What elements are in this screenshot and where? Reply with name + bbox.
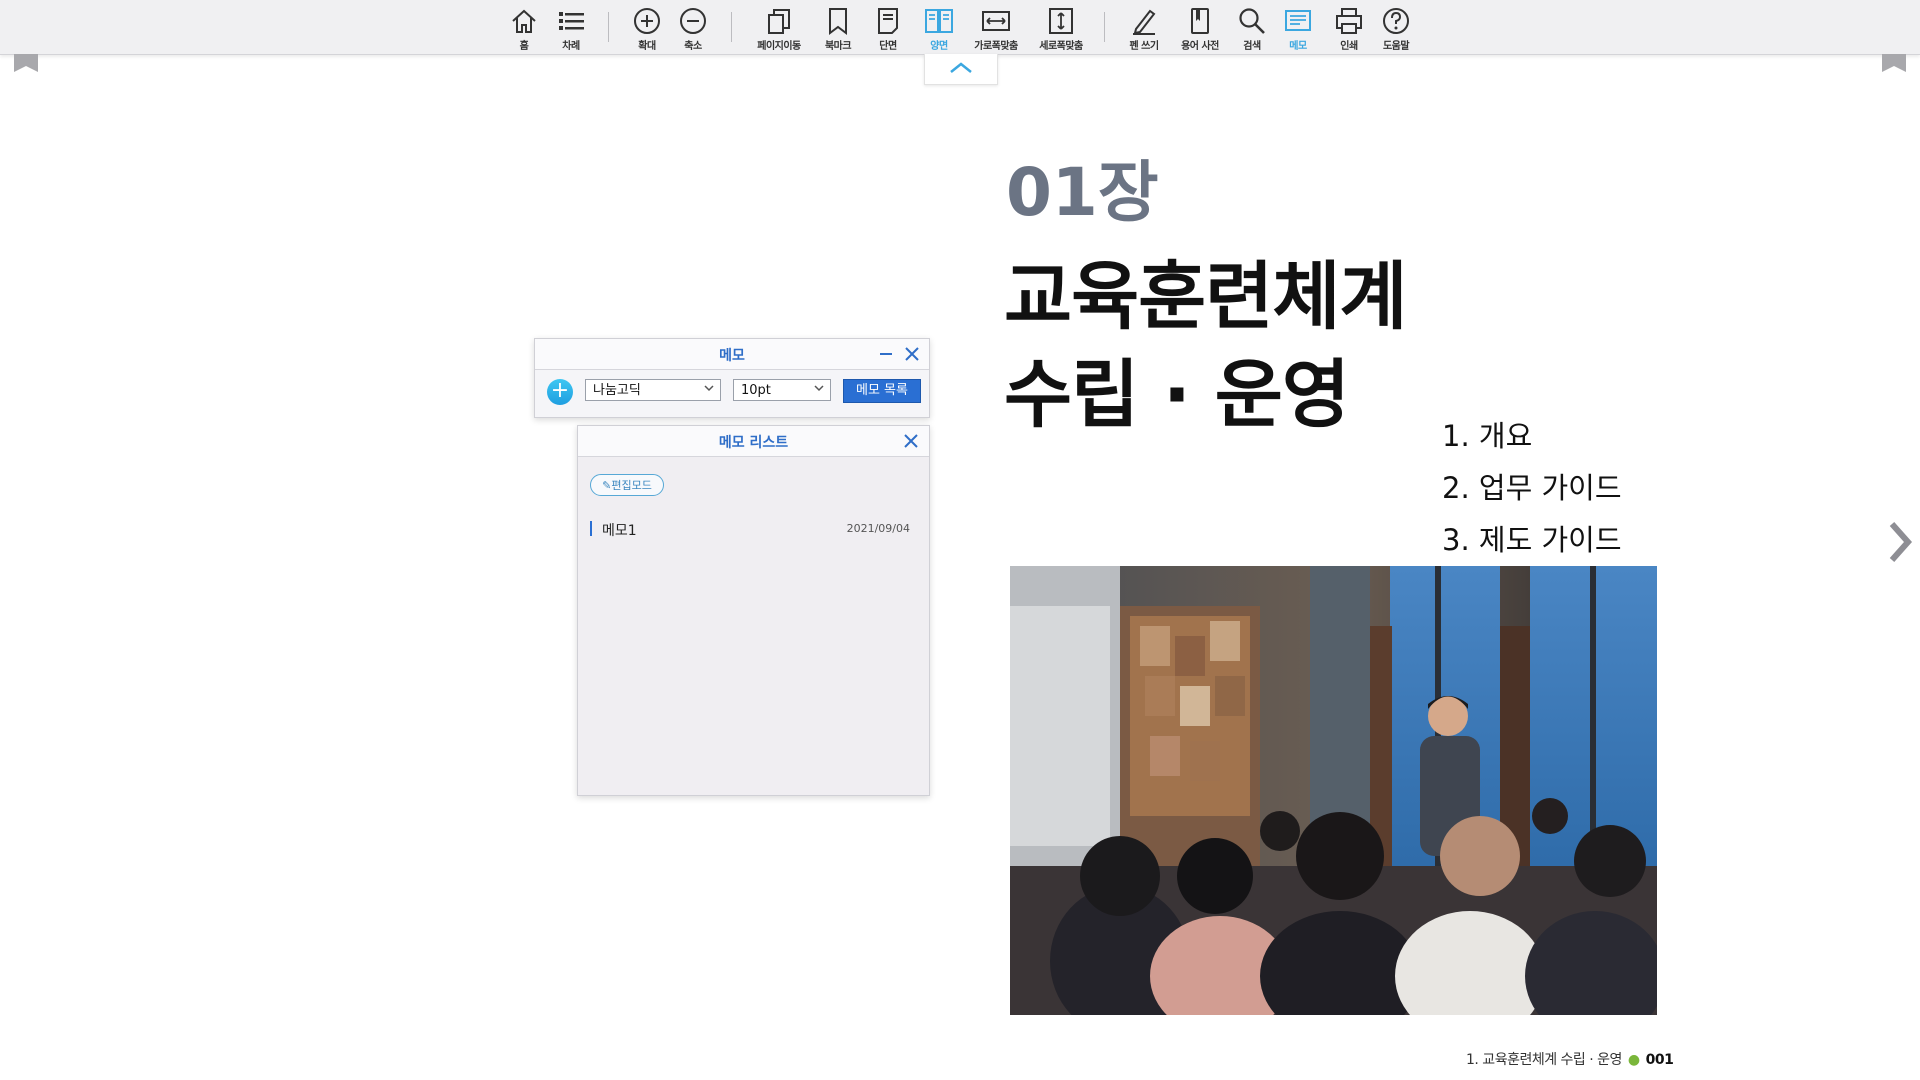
chevron-down-icon [704, 385, 714, 392]
font-select-value: 나눔고딕 [593, 383, 641, 398]
edit-mode-button[interactable]: ✎편집모드 [590, 474, 664, 496]
chapter-number: 01장 [1006, 154, 1159, 231]
toc-button[interactable]: 차례 [538, 4, 604, 52]
font-size-select-value: 10pt [741, 383, 771, 398]
memo-icon [1285, 10, 1311, 31]
zoom-in-icon [634, 8, 660, 34]
single-page-icon [878, 8, 898, 34]
fit-width-label: 가로폭맞춤 [974, 41, 1018, 52]
close-icon[interactable] [902, 432, 920, 450]
font-size-select[interactable]: 10pt [733, 379, 831, 401]
edit-mode-label: 편집모드 [611, 479, 652, 492]
zoom-out-button[interactable]: 축소 [660, 4, 726, 52]
toc-item[interactable]: 1. 개요 [1442, 410, 1622, 462]
double-page-icon [925, 9, 953, 33]
chapter-toc: 1. 개요 2. 업무 가이드 3. 제도 가이드 [1442, 410, 1622, 566]
pencil-icon: ✎ [602, 479, 612, 492]
pen-icon [1133, 9, 1156, 35]
toc-label: 차례 [562, 41, 580, 52]
page-move-icon [768, 9, 790, 34]
fit-height-label: 세로폭맞춤 [1039, 41, 1083, 52]
home-icon [512, 9, 536, 33]
memo-item-date: 2021/09/04 [846, 522, 910, 535]
memo-list-panel: 메모 리스트 ✎편집모드 메모1 2021/09/04 [577, 425, 930, 796]
fit-width-icon [982, 11, 1010, 31]
right-bookmark-ribbon-icon[interactable] [1882, 54, 1906, 72]
font-select[interactable]: 나눔고딕 [585, 379, 721, 401]
memo-item-marker [590, 521, 592, 536]
search-icon [1239, 8, 1265, 34]
chapter-title-line: 교육훈련체계 [1004, 254, 1407, 340]
print-icon [1336, 8, 1362, 34]
zoom-out-icon [680, 8, 706, 34]
toolbar-divider [731, 12, 732, 42]
memo-panel: 메모 + 나눔고딕 10pt 메모 목록 [534, 338, 930, 418]
page-footer: 1. 교육훈련체계 수립 · 운영 ● 001 [1466, 1049, 1674, 1069]
toolbar-divider [608, 12, 609, 42]
add-memo-button[interactable]: + [547, 379, 573, 405]
help-label: 도움말 [1382, 41, 1410, 52]
help-icon [1383, 8, 1409, 34]
memo-panel-title: 메모 [719, 348, 745, 364]
memo-panel-header[interactable]: 메모 [535, 339, 929, 370]
chapter-title: 교육훈련체계 수립 · 운영 [1004, 248, 1407, 444]
footer-dot-icon: ● [1627, 1052, 1640, 1068]
memo-list-header[interactable]: 메모 리스트 [578, 426, 929, 457]
toc-item[interactable]: 2. 업무 가이드 [1442, 462, 1622, 514]
fit-width-button[interactable]: 가로폭맞춤 [963, 4, 1029, 52]
help-button[interactable]: 도움말 [1363, 4, 1429, 52]
fit-height-button[interactable]: 세로폭맞춤 [1028, 4, 1094, 52]
next-page-arrow-icon[interactable] [1886, 520, 1914, 564]
bookmark-icon [829, 8, 847, 35]
memo-item-name: 메모1 [602, 523, 637, 539]
dictionary-icon [1191, 8, 1209, 34]
memo-list-button[interactable]: 메모 목록 [843, 379, 921, 403]
toolbar: 홈 차례 확대 축소 페이지이동 북마크 단면 양면 가로폭맞춤 세로폭맞춤 펜 [0, 0, 1920, 55]
page-number: 001 [1645, 1052, 1674, 1068]
seminar-photo [1010, 566, 1657, 1015]
toolbar-divider [1104, 12, 1105, 42]
memo-list-item[interactable]: 메모1 2021/09/04 [590, 518, 910, 540]
close-icon[interactable] [903, 345, 921, 363]
chapter-title-line: 수립 · 운영 [1004, 352, 1350, 438]
list-icon [559, 12, 584, 30]
chevron-down-icon [814, 385, 824, 392]
footer-chapter-title: 1. 교육훈련체계 수립 · 운영 [1466, 1052, 1622, 1068]
page-move-label: 페이지이동 [757, 41, 801, 52]
memo-list-title: 메모 리스트 [718, 435, 789, 451]
chevron-up-icon [950, 62, 972, 73]
page-move-button[interactable]: 페이지이동 [746, 4, 812, 52]
fit-height-icon [1049, 8, 1073, 34]
minimize-icon[interactable] [877, 345, 895, 363]
toc-item[interactable]: 3. 제도 가이드 [1442, 514, 1622, 566]
left-bookmark-ribbon-icon[interactable] [14, 54, 38, 72]
zoom-out-label: 축소 [684, 41, 702, 52]
collapse-toolbar-button[interactable] [924, 54, 998, 85]
